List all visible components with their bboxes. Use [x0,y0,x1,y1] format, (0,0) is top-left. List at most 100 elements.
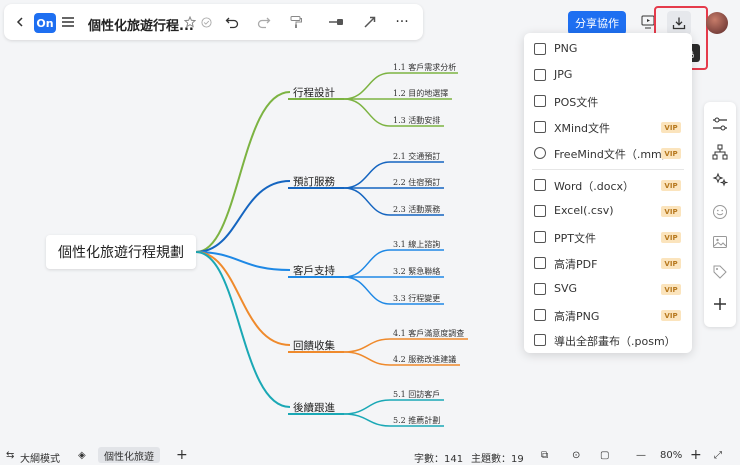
fullscreen-icon[interactable]: ⤢ [714,450,722,461]
share-collaborate-button[interactable]: 分享協作 [568,11,626,35]
leaf-topic[interactable]: 2.1 交通預訂 [393,151,440,162]
vip-badge: VIP [661,232,681,243]
leaf-topic[interactable]: 3.1 線上諮詢 [393,239,440,250]
leaf-topic[interactable]: 3.2 緊急聯絡 [393,266,440,277]
export-ppt-item[interactable]: PPT文件 VIP [524,224,692,250]
menu-item-label: Excel(.csv) [554,204,614,217]
layers-icon[interactable]: ◈ [78,450,86,461]
fit-page-icon[interactable]: ⧉ [541,450,548,461]
export-menu: PNG JPG POS文件 XMind文件 VIP FreeMind文件（.mm… [524,33,692,353]
branch-topic-1[interactable]: 行程設計 [293,85,335,100]
image-insert-icon[interactable] [712,234,728,250]
word-file-icon [534,179,546,191]
vip-badge: VIP [661,148,681,159]
pdf-file-icon [534,257,546,269]
top-toolbar: On 個性化旅遊行程... ··· [4,4,423,40]
export-freemind-item[interactable]: FreeMind文件（.mm） VIP [524,140,692,166]
menu-divider [532,169,684,170]
zoom-in-button[interactable]: + [690,447,702,463]
app-logo[interactable]: On [34,13,56,33]
leaf-topic[interactable]: 3.3 行程變更 [393,293,440,304]
emoji-icon[interactable] [712,204,728,220]
export-hd-png-item[interactable]: 高清PNG VIP [524,302,692,328]
zoom-level: 80% [660,450,683,461]
menu-item-label: XMind文件 [554,122,611,135]
export-jpg-item[interactable]: JPG [524,62,692,88]
sheet-tab[interactable]: 個性化旅遊 [98,447,160,463]
more-icon[interactable]: ··· [392,12,412,32]
add-icon[interactable] [712,296,728,312]
vip-badge: VIP [661,310,681,321]
export-xmind-item[interactable]: XMind文件 VIP [524,114,692,140]
menu-item-label: 導出全部畫布（.posm） [554,335,676,348]
outline-mode-icon[interactable]: ⇆ [6,450,14,461]
ai-magic-icon[interactable] [712,172,728,188]
menu-item-label: JPG [554,68,573,81]
connector-icon[interactable] [326,12,346,32]
export-svg-item[interactable]: SVG VIP [524,276,692,302]
branch-topic-2[interactable]: 預訂服務 [293,174,335,189]
document-title[interactable]: 個性化旅遊行程... [88,15,194,34]
vip-badge: VIP [661,284,681,295]
mindmap-root-topic[interactable]: 個性化旅遊行程規劃 [46,235,196,269]
leaf-topic[interactable]: 5.2 推薦計劃 [393,415,440,426]
format-painter-icon[interactable] [286,12,306,32]
freemind-icon [534,147,546,159]
bottom-status-bar: ⇆ 大綱模式 ◈ 個性化旅遊 + 字數：141 主題數：19 ⧉ ⊙ ▢ — 8… [0,445,740,465]
leaf-topic[interactable]: 4.2 服務改進建議 [393,354,456,365]
topic-count: 主題數：19 [471,454,524,465]
svg-file-icon [534,283,546,295]
style-settings-icon[interactable] [712,116,728,132]
redo-icon[interactable] [254,12,274,32]
vip-badge: VIP [661,206,681,217]
pos-file-icon [534,95,546,107]
export-excel-item[interactable]: Excel(.csv) VIP [524,198,692,224]
image-file-icon [534,69,546,81]
xmind-icon [534,121,546,133]
back-icon[interactable] [10,12,30,32]
menu-icon[interactable] [58,12,78,32]
vip-badge: VIP [661,180,681,191]
outline-mode-button[interactable]: 大綱模式 [20,450,60,465]
leaf-topic[interactable]: 1.1 客戶需求分析 [393,62,456,73]
canvas[interactable]: 個性化旅遊行程規劃 行程設計 預訂服務 客戶支持 回饋收集 後續跟進 1.1 客… [0,0,740,465]
image-file-icon [534,309,546,321]
leaf-topic[interactable]: 4.1 客戶滿意度調查 [393,328,464,339]
menu-item-label: 高清PDF [554,258,598,271]
menu-item-label: FreeMind文件（.mm） [554,148,673,161]
menu-item-label: SVG [554,282,578,295]
right-side-toolbar [704,102,736,327]
user-avatar[interactable] [706,12,728,34]
export-download-icon[interactable] [667,11,691,35]
branch-topic-4[interactable]: 回饋收集 [293,338,335,353]
branch-topic-3[interactable]: 客戶支持 [293,263,335,278]
menu-item-label: POS文件 [554,96,599,109]
export-png-item[interactable]: PNG [524,36,692,62]
relationship-arrow-icon[interactable] [360,12,380,32]
saved-check-icon [196,12,216,32]
leaf-topic[interactable]: 2.3 活動票務 [393,204,440,215]
locate-center-icon[interactable]: ⊙ [572,450,580,461]
zoom-out-button[interactable]: — [636,450,646,461]
export-pos-item[interactable]: POS文件 [524,88,692,114]
structure-icon[interactable] [712,144,728,160]
vip-badge: VIP [661,122,681,133]
tag-icon[interactable] [712,264,728,280]
ppt-file-icon [534,231,546,243]
word-count: 字數：141 [414,454,464,465]
menu-item-label: PPT文件 [554,232,596,245]
leaf-topic[interactable]: 5.1 回訪客戶 [393,389,440,400]
leaf-topic[interactable]: 1.2 目的地選擇 [393,88,448,99]
add-sheet-button[interactable]: + [176,447,188,463]
export-pdf-item[interactable]: 高清PDF VIP [524,250,692,276]
page-icon[interactable]: ▢ [600,450,609,461]
branch-topic-5[interactable]: 後續跟進 [293,400,335,415]
export-all-canvas-item[interactable]: 導出全部畫布（.posm） [524,327,692,353]
export-word-item[interactable]: Word（.docx） VIP [524,172,692,198]
menu-item-label: 高清PNG [554,310,600,323]
leaf-topic[interactable]: 2.2 住宿預訂 [393,177,440,188]
menu-item-label: Word（.docx） [554,180,635,193]
on-file-icon [534,334,546,346]
undo-icon[interactable] [222,12,242,32]
leaf-topic[interactable]: 1.3 活動安排 [393,115,440,126]
